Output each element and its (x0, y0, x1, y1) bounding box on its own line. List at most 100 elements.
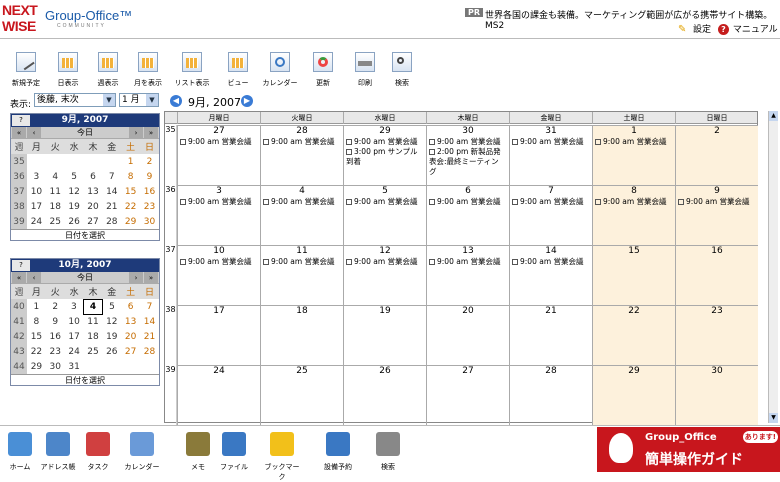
day-cell[interactable]: 1 9:00 am 営業会議 (592, 125, 675, 185)
help-button[interactable]: ? (12, 260, 30, 271)
week-number[interactable]: 35 (11, 154, 27, 169)
week-number[interactable]: 37 (165, 245, 177, 305)
day-number[interactable]: 4 (261, 186, 343, 197)
mini-day[interactable]: 1 (121, 154, 140, 169)
day-cell[interactable]: 22 (592, 305, 675, 365)
week-number[interactable]: 36 (165, 185, 177, 245)
calendar-event[interactable]: 2:00 pm 新製品発表会:最終ミーティング (427, 147, 505, 177)
module-search-button[interactable]: 検索 (368, 432, 408, 472)
mini-day[interactable]: 27 (121, 344, 140, 359)
day-number[interactable]: 16 (676, 246, 758, 257)
day-number[interactable]: 31 (510, 126, 592, 137)
settings-link[interactable]: 設定 (693, 22, 711, 35)
mini-day[interactable]: 10 (27, 184, 46, 199)
mini-day[interactable]: 29 (121, 214, 140, 229)
mini-day[interactable]: 5 (65, 169, 84, 184)
easy-guide-banner[interactable]: Group_Office あります! 簡単操作ガイド (597, 427, 780, 472)
mini-day[interactable]: 4 (83, 298, 103, 315)
week-number[interactable]: 39 (11, 214, 27, 229)
calendar-event[interactable]: 9:00 am 営業会議 (593, 137, 675, 147)
module-calendar-button[interactable]: カレンダー (122, 432, 162, 472)
mini-day[interactable]: 22 (27, 344, 46, 359)
day-number[interactable]: 13 (427, 246, 509, 257)
mini-day[interactable]: 21 (102, 199, 121, 214)
day-cell[interactable]: 23 (675, 305, 758, 365)
calendar-event[interactable]: 9:00 am 営業会議 (261, 257, 343, 267)
calendar-event[interactable]: 9:00 am 営業会議 (178, 257, 260, 267)
day-number[interactable]: 12 (344, 246, 426, 257)
calendar-event[interactable]: 9:00 am 営業会議 (510, 137, 592, 147)
mini-day[interactable]: 15 (27, 329, 46, 344)
day-number[interactable]: 3 (178, 186, 260, 197)
day-cell[interactable]: 5 9:00 am 営業会議 (343, 185, 426, 245)
day-cell[interactable]: 19 (343, 305, 426, 365)
day-cell[interactable]: 13 9:00 am 営業会議 (426, 245, 509, 305)
week-number[interactable]: 41 (11, 314, 27, 329)
day-cell[interactable]: 2 (675, 125, 758, 185)
day-number[interactable]: 27 (427, 366, 509, 377)
day-cell[interactable]: 7 9:00 am 営業会議 (509, 185, 592, 245)
mini-day[interactable]: 11 (46, 184, 65, 199)
day-number[interactable]: 18 (261, 306, 343, 317)
mini-day[interactable]: 11 (84, 314, 103, 329)
prev-year-button[interactable]: « (12, 272, 26, 284)
week-number[interactable]: 38 (11, 199, 27, 214)
mini-day[interactable]: 13 (121, 314, 140, 329)
week-number[interactable]: 36 (11, 169, 27, 184)
day-cell[interactable]: 25 (260, 365, 343, 425)
mini-day[interactable]: 18 (46, 199, 65, 214)
mini-day[interactable]: 2 (140, 154, 159, 169)
day-cell[interactable]: 18 (260, 305, 343, 365)
mini-day[interactable]: 28 (140, 344, 159, 359)
calendar-event[interactable]: 9:00 am 営業会議 (427, 137, 509, 147)
mini-day[interactable]: 14 (102, 184, 121, 199)
toolbar-calendar-button[interactable]: カレンダー (260, 52, 300, 88)
mini-day[interactable]: 25 (46, 214, 65, 229)
mini-day[interactable]: 24 (27, 214, 46, 229)
day-cell[interactable]: 17 (177, 305, 260, 365)
module-address-book-button[interactable]: アドレス帳 (38, 432, 78, 472)
day-cell[interactable]: 6 9:00 am 営業会議 (426, 185, 509, 245)
day-number[interactable]: 26 (344, 366, 426, 377)
month-count-select[interactable]: 1 月 ▼ (119, 93, 159, 107)
calendar-event[interactable]: 9:00 am 営業会議 (593, 197, 675, 207)
mini-day[interactable]: 14 (140, 314, 159, 329)
mini-day[interactable]: 15 (121, 184, 140, 199)
mini-day[interactable]: 6 (84, 169, 103, 184)
mini-day[interactable]: 3 (27, 169, 46, 184)
mini-day[interactable]: 20 (84, 199, 103, 214)
mini-day[interactable]: 4 (46, 169, 65, 184)
day-cell[interactable]: 14 9:00 am 営業会議 (509, 245, 592, 305)
day-cell[interactable]: 31 9:00 am 営業会議 (509, 125, 592, 185)
toolbar-week-view-button[interactable]: 週表示 (88, 52, 128, 88)
calendar-event[interactable]: 9:00 am 営業会議 (261, 137, 343, 147)
next-year-button[interactable]: » (144, 272, 158, 284)
calendar-event[interactable]: 9:00 am 営業会議 (344, 197, 426, 207)
mini-day[interactable]: 30 (46, 359, 65, 374)
day-cell[interactable]: 10 9:00 am 営業会議 (177, 245, 260, 305)
today-button[interactable]: 今日 (77, 128, 93, 137)
mini-day[interactable]: 13 (84, 184, 103, 199)
day-cell[interactable]: 24 (177, 365, 260, 425)
day-number[interactable]: 1 (593, 126, 675, 137)
week-number[interactable]: 40 (11, 299, 27, 314)
day-number[interactable]: 19 (344, 306, 426, 317)
calendar-event[interactable]: 9:00 am 営業会議 (344, 257, 426, 267)
mini-day[interactable]: 20 (121, 329, 140, 344)
day-cell[interactable]: 9 9:00 am 営業会議 (675, 185, 758, 245)
mini-day[interactable]: 19 (65, 199, 84, 214)
day-cell[interactable]: 4 9:00 am 営業会議 (260, 185, 343, 245)
day-number[interactable]: 2 (676, 126, 758, 137)
toolbar-day-view-button[interactable]: 日表示 (48, 52, 88, 88)
help-button[interactable]: ? (12, 115, 30, 126)
week-number[interactable]: 39 (165, 365, 177, 425)
mini-day[interactable]: 19 (102, 329, 121, 344)
toolbar-new-event-button[interactable]: 新規予定 (6, 52, 46, 88)
day-cell[interactable]: 30 (675, 365, 758, 425)
day-number[interactable]: 23 (676, 306, 758, 317)
mini-day[interactable]: 9 (140, 169, 159, 184)
day-cell[interactable]: 26 (343, 365, 426, 425)
week-number[interactable]: 37 (11, 184, 27, 199)
calendar-event[interactable]: 9:00 am 営業会議 (178, 197, 260, 207)
day-number[interactable]: 14 (510, 246, 592, 257)
